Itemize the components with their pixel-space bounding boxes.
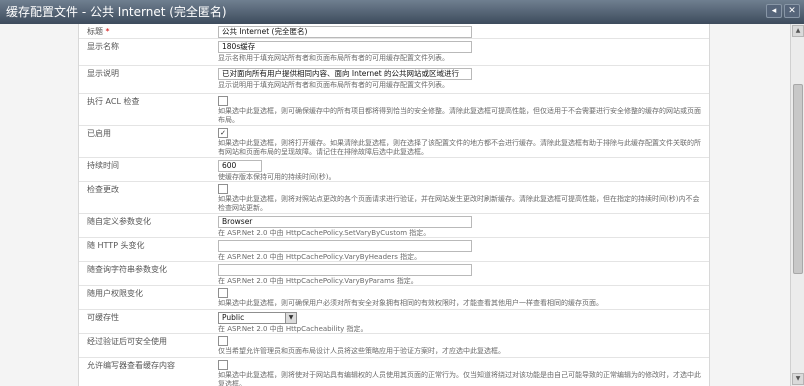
allow-writers-cached-row: 允许编写器查看缓存内容 如果选中此复选框，则将使对于网站具有编辑权的人员使用其页…: [79, 357, 709, 386]
vary-http-header-input[interactable]: [218, 240, 472, 252]
duration-row: 持续时间 600 使缓存版本保持可用的持续时间(秒)。: [79, 157, 709, 182]
vary-user-rights-label: 随用户权限变化: [87, 289, 143, 298]
safe-for-authenticated-row: 经过验证后可安全使用 仅当希望允许管理员和页面布局设计人员将这些策略应用于验证方…: [79, 333, 709, 358]
allow-writers-cached-description: 如果选中此复选框，则将使对于网站具有编辑权的人员使用其页面的正常行为。仅当知道将…: [218, 371, 701, 386]
enabled-checkbox[interactable]: ✓: [218, 128, 228, 138]
duration-label: 持续时间: [87, 161, 119, 170]
window-title: 缓存配置文件 - 公共 Internet (完全匿名): [6, 5, 227, 19]
check-icon: ✓: [220, 129, 226, 137]
acl-check-description: 如果选中此复选框，则可确保缓存中的所有项目都将得到恰当的安全修整。清除此复选框可…: [218, 107, 701, 124]
safe-for-authenticated-checkbox[interactable]: [218, 336, 228, 346]
content-area: 标题 * 公共 Internet (完全匿名) 显示名称 180s缓存 显示名称…: [0, 24, 790, 386]
vary-user-rights-description: 如果选中此复选框，则可确保用户必须对所有安全对象拥有相同的有效权限时，才能查看其…: [218, 299, 603, 307]
scroll-up-icon[interactable]: ▲: [792, 25, 804, 37]
chevron-down-icon[interactable]: ▼: [285, 313, 296, 323]
vary-custom-row: 随自定义参数变化 Browser 在 ASP.Net 2.0 中由 HttpCa…: [79, 213, 709, 238]
vary-http-header-row: 随 HTTP 头变化 在 ASP.Net 2.0 中由 HttpCachePol…: [79, 237, 709, 262]
vary-query-string-label: 随查询字符串参数变化: [87, 265, 167, 274]
vary-custom-label: 随自定义参数变化: [87, 217, 151, 226]
cacheability-row: 可缓存性 Public ▼ 在 ASP.Net 2.0 中由 HttpCache…: [79, 309, 709, 334]
scroll-thumb[interactable]: [793, 84, 803, 274]
acl-check-row: 执行 ACL 检查 如果选中此复选框，则可确保缓存中的所有项目都将得到恰当的安全…: [79, 93, 709, 126]
vertical-scrollbar[interactable]: ▲ ▼: [790, 24, 804, 386]
required-mark: *: [105, 27, 110, 36]
vary-custom-input[interactable]: Browser: [218, 216, 472, 228]
cacheability-selected-value: Public: [222, 313, 245, 322]
display-name-row: 显示名称 180s缓存 显示名称用于填充网站所有者和页面布局所有者的可用缓存配置…: [79, 38, 709, 66]
cacheability-select[interactable]: Public ▼: [218, 312, 297, 324]
display-name-input[interactable]: 180s缓存: [218, 41, 472, 53]
display-description-input[interactable]: 已对面向所有用户提供相同内容、面向 Internet 的公共网站或区域进行: [218, 68, 472, 80]
back-icon[interactable]: ◂: [766, 4, 782, 18]
safe-for-authenticated-description: 仅当希望允许管理员和页面布局设计人员将这些策略应用于验证方案时，才应选中此复选框…: [218, 347, 505, 355]
enabled-row: 已启用 ✓ 如果选中此复选框，则将打开缓存。如果清除此复选框，则在选择了该配置文…: [79, 125, 709, 158]
allow-writers-cached-label: 允许编写器查看缓存内容: [87, 361, 175, 370]
display-description-description: 显示说明用于填充网站所有者和页面布局所有者的可用缓存配置文件列表。: [218, 81, 449, 89]
display-description-label: 显示说明: [87, 69, 119, 78]
vary-query-string-input[interactable]: [218, 264, 472, 276]
safe-for-authenticated-label: 经过验证后可安全使用: [87, 337, 167, 346]
enabled-description: 如果选中此复选框，则将打开缓存。如果清除此复选框，则在选择了该配置文件的地方都不…: [218, 139, 701, 156]
check-changes-description: 如果选中此复选框，则将对照站点更改的各个页面请求进行验证，并在网站发生更改时刷新…: [218, 195, 700, 212]
title-label: 标题 *: [87, 27, 110, 36]
scroll-down-icon[interactable]: ▼: [792, 373, 804, 385]
allow-writers-cached-checkbox[interactable]: [218, 360, 228, 370]
vary-user-rights-row: 随用户权限变化 如果选中此复选框，则可确保用户必须对所有安全对象拥有相同的有效权…: [79, 285, 709, 310]
title-row: 标题 * 公共 Internet (完全匿名): [79, 24, 709, 39]
cacheability-label: 可缓存性: [87, 313, 119, 322]
acl-check-label: 执行 ACL 检查: [87, 97, 140, 106]
title-input[interactable]: 公共 Internet (完全匿名): [218, 26, 472, 38]
cache-profile-form: 标题 * 公共 Internet (完全匿名) 显示名称 180s缓存 显示名称…: [78, 24, 710, 386]
display-name-description: 显示名称用于填充网站所有者和页面布局所有者的可用缓存配置文件列表。: [218, 54, 449, 62]
close-icon[interactable]: ✕: [784, 4, 800, 18]
check-changes-checkbox[interactable]: [218, 184, 228, 194]
window-titlebar: 缓存配置文件 - 公共 Internet (完全匿名) ◂ ✕: [0, 0, 804, 24]
display-description-row: 显示说明 已对面向所有用户提供相同内容、面向 Internet 的公共网站或区域…: [79, 65, 709, 94]
vary-user-rights-checkbox[interactable]: [218, 288, 228, 298]
enabled-label: 已启用: [87, 129, 111, 138]
duration-input[interactable]: 600: [218, 160, 262, 172]
vary-http-header-label: 随 HTTP 头变化: [87, 241, 145, 250]
vary-query-string-row: 随查询字符串参数变化 在 ASP.Net 2.0 中由 HttpCachePol…: [79, 261, 709, 286]
check-changes-label: 检查更改: [87, 185, 119, 194]
display-name-label: 显示名称: [87, 42, 119, 51]
check-changes-row: 检查更改 如果选中此复选框，则将对照站点更改的各个页面请求进行验证，并在网站发生…: [79, 181, 709, 214]
acl-check-checkbox[interactable]: [218, 96, 228, 106]
